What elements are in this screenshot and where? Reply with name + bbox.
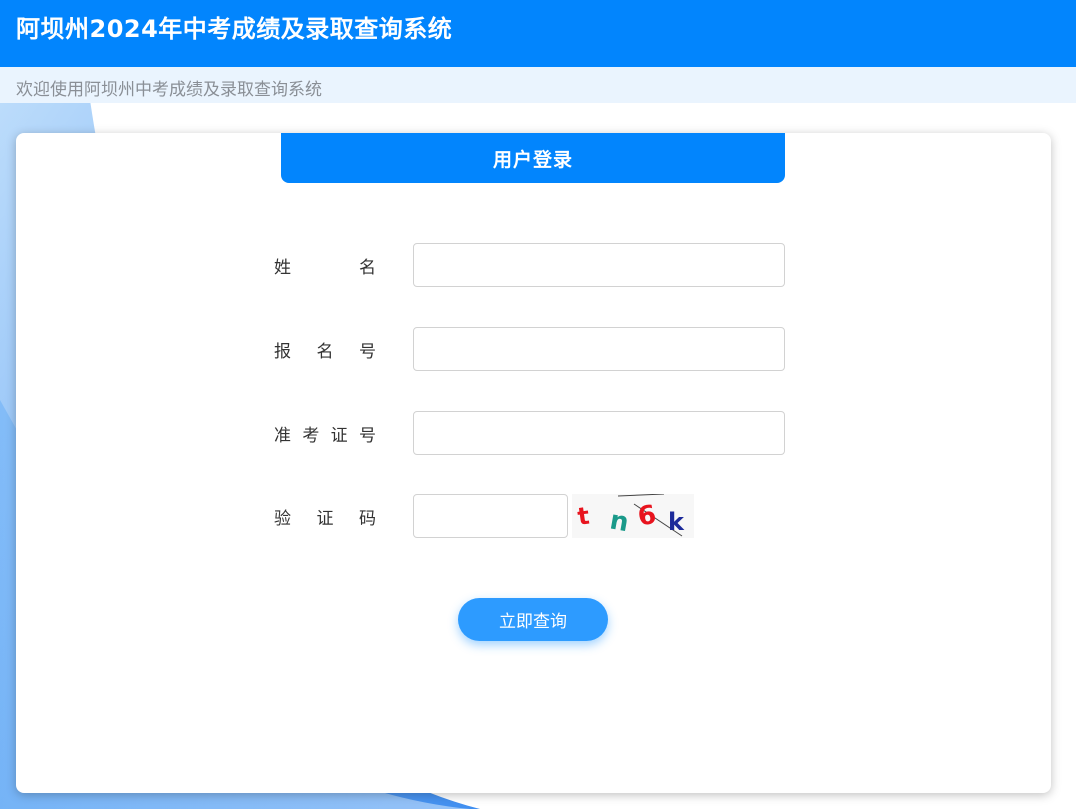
registration-number-input[interactable] <box>413 327 785 371</box>
query-submit-button[interactable]: 立即查询 <box>458 598 608 641</box>
name-row: 姓 名 <box>16 243 1051 287</box>
admission-ticket-label: 准 考 证 号 <box>274 425 376 446</box>
captcha-label: 验 证 码 <box>274 508 376 529</box>
captcha-row: 验 证 码 t n 6 k <box>16 494 1051 538</box>
registration-number-row: 报 名 号 <box>16 327 1051 371</box>
page-title: 阿坝州2024年中考成绩及录取查询系统 <box>16 15 453 43</box>
name-input[interactable] <box>413 243 785 287</box>
welcome-bar: 欢迎使用阿坝州中考成绩及录取查询系统 <box>0 67 1076 103</box>
captcha-image[interactable]: t n 6 k <box>572 494 694 538</box>
registration-number-label: 报 名 号 <box>274 341 376 362</box>
header-bar: 阿坝州2024年中考成绩及录取查询系统 <box>0 0 1076 67</box>
login-card: 用户登录 姓 名 报 名 号 准 考 证 号 验 证 码 t n 6 k 立即查… <box>16 133 1051 793</box>
welcome-text: 欢迎使用阿坝州中考成绩及录取查询系统 <box>16 80 322 100</box>
captcha-input[interactable] <box>413 494 568 538</box>
name-label: 姓 名 <box>274 257 376 278</box>
page: 阿坝州2024年中考成绩及录取查询系统 欢迎使用阿坝州中考成绩及录取查询系统 用… <box>0 0 1076 809</box>
admission-ticket-row: 准 考 证 号 <box>16 411 1051 455</box>
login-tab-title: 用户登录 <box>281 133 785 183</box>
captcha-char: k <box>668 508 685 536</box>
admission-ticket-input[interactable] <box>413 411 785 455</box>
